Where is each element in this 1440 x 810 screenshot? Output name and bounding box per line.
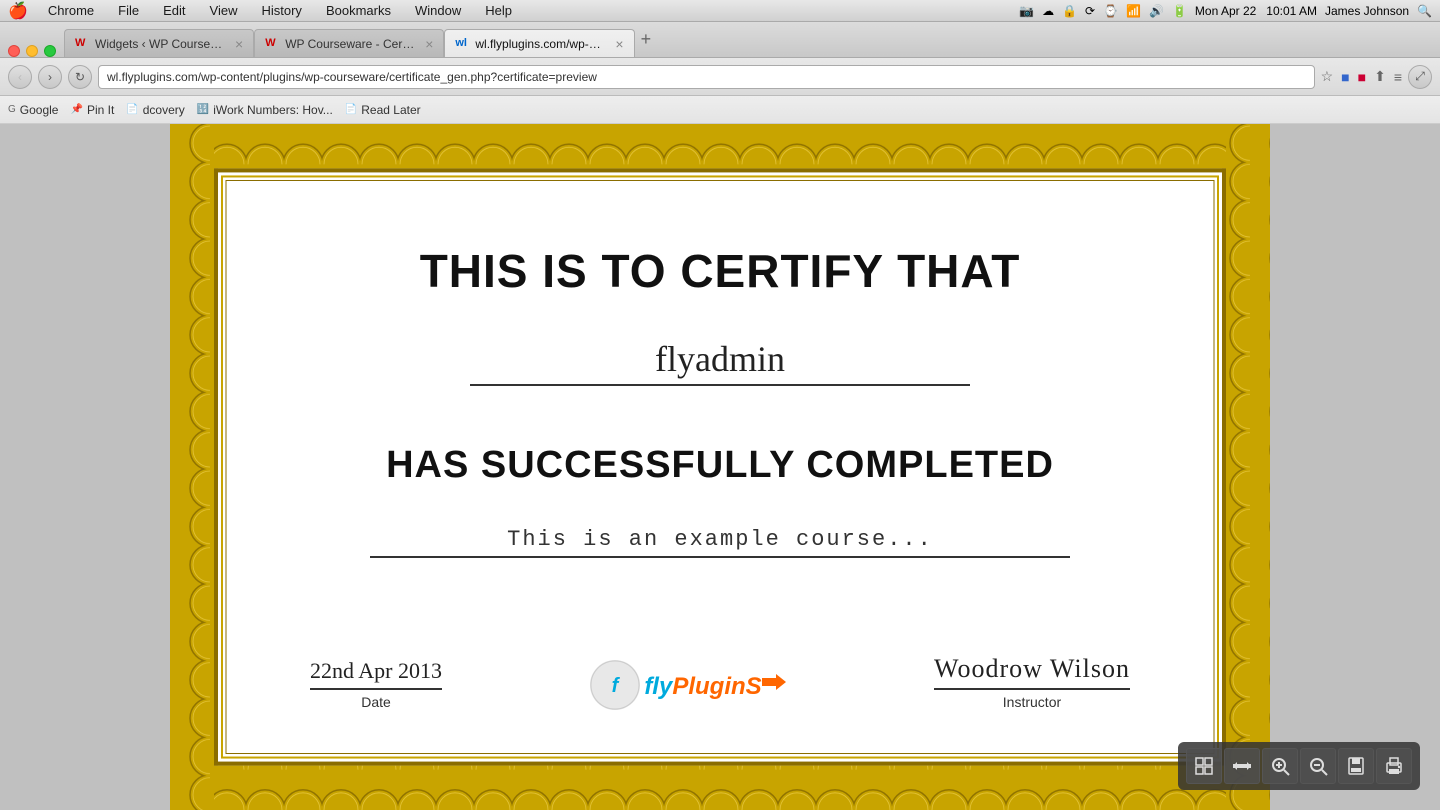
menu-window[interactable]: Window <box>411 3 465 18</box>
bookmark-iwork[interactable]: 🔢 iWork Numbers: Hov... <box>197 103 333 117</box>
menu-wifi-icon: 📶 <box>1126 4 1141 18</box>
certificate-content: THIS IS TO CERTIFY THAT flyadmin HAS SUC… <box>230 184 1210 750</box>
bookmark-google[interactable]: G Google <box>8 103 58 117</box>
menu-view[interactable]: View <box>206 3 242 18</box>
certificate-footer: 22nd Apr 2013 Date f <box>310 594 1130 710</box>
tab-widgets[interactable]: W Widgets ‹ WP Courseware... × <box>64 29 254 57</box>
menu-datetime: Mon Apr 22 10:01 AM <box>1195 4 1317 18</box>
bookmark-iwork-label: iWork Numbers: Hov... <box>213 103 333 117</box>
menu-search-icon[interactable]: 🔍 <box>1417 4 1432 18</box>
tab3-favicon: wl <box>455 37 469 51</box>
bookmark-dcovery[interactable]: 📄 dcovery <box>126 103 184 117</box>
bookmarks-bar: G Google 📌 Pin It 📄 dcovery 🔢 iWork Numb… <box>0 96 1440 124</box>
tab2-close-button[interactable]: × <box>425 37 433 51</box>
zoom-in-button[interactable] <box>1262 748 1298 784</box>
nav-bar: ‹ › ↻ wl.flyplugins.com/wp-content/plugi… <box>0 58 1440 96</box>
course-name: This is an example course... <box>370 527 1070 552</box>
logo-section: f fly PluginS <box>590 660 785 710</box>
student-name-container: flyadmin <box>470 338 970 386</box>
zoom-out-button[interactable] <box>1300 748 1336 784</box>
bookmark-google-label: Google <box>20 103 59 117</box>
window-controls <box>8 45 56 57</box>
menu-bar: 🍎 Chrome File Edit View History Bookmark… <box>0 0 1440 22</box>
menu-battery-icon: 🔋 <box>1172 4 1187 18</box>
menu-volume-icon: 🔊 <box>1149 4 1164 18</box>
certificate-page: THIS IS TO CERTIFY THAT flyadmin HAS SUC… <box>170 124 1270 810</box>
extension2-icon[interactable]: ■ <box>1358 69 1366 85</box>
instructor-label: Instructor <box>934 694 1130 710</box>
expand-button[interactable]: ⤢ <box>1408 65 1432 89</box>
menu-camera-icon: 📷 <box>1019 4 1034 18</box>
bookmark-pinit[interactable]: 📌 Pin It <box>70 103 114 117</box>
menu-watch-icon: ⌚ <box>1103 4 1118 18</box>
menu-chrome[interactable]: Chrome <box>44 3 98 18</box>
date-value: 22nd Apr 2013 <box>310 658 442 690</box>
address-bar[interactable]: wl.flyplugins.com/wp-content/plugins/wp-… <box>98 65 1315 89</box>
certificate-subtitle: HAS SUCCESSFULLY COMPLETED <box>386 444 1054 487</box>
logo-fly: fly <box>644 674 672 700</box>
tab2-title: WP Courseware - Certifica... <box>285 37 415 51</box>
bookmark-readlater-label: Read Later <box>361 103 420 117</box>
menu-history[interactable]: History <box>257 3 305 18</box>
tab-courseware[interactable]: W WP Courseware - Certifica... × <box>254 29 444 57</box>
tab3-title: wl.flyplugins.com/wp-con... <box>475 37 605 51</box>
tab2-favicon: W <box>265 37 279 51</box>
course-name-container: This is an example course... <box>370 527 1070 558</box>
menu-help[interactable]: Help <box>481 3 516 18</box>
reload-button[interactable]: ↻ <box>68 65 92 89</box>
iwork-icon: 🔢 <box>197 104 209 115</box>
menu-file[interactable]: File <box>114 3 143 18</box>
print-button[interactable] <box>1376 748 1412 784</box>
menu-bar-right: 📷 ☁ 🔒 ⟳ ⌚ 📶 🔊 🔋 Mon Apr 22 10:01 AM Jame… <box>1019 4 1432 18</box>
certificate-title: THIS IS TO CERTIFY THAT <box>420 244 1021 298</box>
menu-sync-icon: ⟳ <box>1085 4 1095 18</box>
bookmark-dcovery-label: dcovery <box>143 103 185 117</box>
pdf-toolbar <box>1178 742 1420 790</box>
date-section: 22nd Apr 2013 Date <box>310 658 442 710</box>
forward-button[interactable]: › <box>38 65 62 89</box>
dcovery-icon: 📄 <box>126 104 138 115</box>
menu-icon[interactable]: ≡ <box>1394 69 1402 85</box>
extension1-icon[interactable]: ■ <box>1341 69 1349 85</box>
tab1-title: Widgets ‹ WP Courseware... <box>95 37 225 51</box>
window-minimize-button[interactable] <box>26 45 38 57</box>
window-maximize-button[interactable] <box>44 45 56 57</box>
readlater-icon: 📄 <box>345 104 357 115</box>
logo-arrow-icon <box>762 670 786 694</box>
bookmark-readlater[interactable]: 📄 Read Later <box>345 103 421 117</box>
save-button[interactable] <box>1338 748 1374 784</box>
logo-icon: f <box>590 660 640 710</box>
tab-certificate[interactable]: wl wl.flyplugins.com/wp-con... × <box>444 29 634 57</box>
address-text: wl.flyplugins.com/wp-content/plugins/wp-… <box>107 70 597 84</box>
chrome-window: W Widgets ‹ WP Courseware... × W WP Cour… <box>0 22 1440 810</box>
fit-page-button[interactable] <box>1186 748 1222 784</box>
menu-bookmarks[interactable]: Bookmarks <box>322 3 395 18</box>
apple-menu[interactable]: 🍎 <box>8 1 28 21</box>
google-icon: G <box>8 104 16 115</box>
menu-user: James Johnson <box>1325 4 1409 18</box>
nav-icons: ☆ ■ ■ ⬆ ≡ <box>1321 68 1402 85</box>
instructor-section: Woodrow Wilson Instructor <box>934 654 1130 710</box>
tab1-favicon: W <box>75 37 89 51</box>
fit-width-button[interactable] <box>1224 748 1260 784</box>
menu-lock-icon: 🔒 <box>1062 4 1077 18</box>
tab1-close-button[interactable]: × <box>235 37 243 51</box>
content-area: THIS IS TO CERTIFY THAT flyadmin HAS SUC… <box>0 124 1440 810</box>
new-tab-button[interactable]: + <box>635 29 658 50</box>
bookmark-star-icon[interactable]: ☆ <box>1321 68 1334 85</box>
date-label: Date <box>310 694 442 710</box>
logo-plugins: PluginS <box>672 674 761 700</box>
bookmark-pinit-label: Pin It <box>87 103 114 117</box>
tab-bar-left <box>8 45 64 57</box>
share-icon[interactable]: ⬆ <box>1374 68 1386 85</box>
back-button[interactable]: ‹ <box>8 65 32 89</box>
menu-cloud-icon: ☁ <box>1042 4 1054 18</box>
tab-bar: W Widgets ‹ WP Courseware... × W WP Cour… <box>0 22 1440 58</box>
student-name: flyadmin <box>470 338 970 380</box>
pinit-icon: 📌 <box>70 104 82 115</box>
tab3-close-button[interactable]: × <box>615 37 623 51</box>
menu-edit[interactable]: Edit <box>159 3 189 18</box>
window-close-button[interactable] <box>8 45 20 57</box>
instructor-signature: Woodrow Wilson <box>934 654 1130 690</box>
